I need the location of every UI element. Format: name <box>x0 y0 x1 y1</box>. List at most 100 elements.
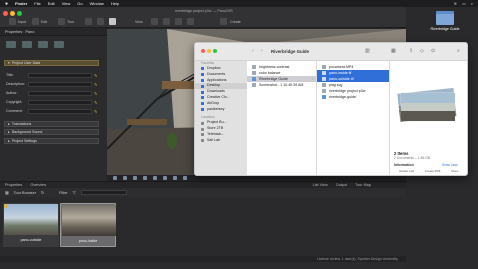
search-icon[interactable]: ⌕ <box>471 1 473 6</box>
finder-zoom-button[interactable] <box>213 49 217 53</box>
create-pdf-button[interactable]: Create PDF <box>425 169 441 173</box>
tab-output[interactable]: Output <box>336 183 347 187</box>
tour-thumb-outside[interactable]: pano-outside <box>3 203 59 247</box>
action-icon[interactable]: ⊙ <box>431 48 435 54</box>
close-button[interactable] <box>3 11 8 16</box>
sidebar-item-sail-lab[interactable]: Sail Lab <box>195 138 247 144</box>
status-bar: License review, 1 user(s), Spartan Desig… <box>0 256 406 262</box>
hotspot-add-icon[interactable] <box>123 176 127 180</box>
menu-help[interactable]: Help <box>111 1 119 6</box>
author-input[interactable] <box>28 90 92 96</box>
grid-icon[interactable] <box>173 176 177 180</box>
edit-icon[interactable] <box>32 18 39 25</box>
filter-input[interactable] <box>80 190 127 195</box>
preview-image <box>395 81 459 131</box>
section-background-sound[interactable]: ▸ Background Sound <box>4 129 99 135</box>
finder-close-button[interactable] <box>201 49 205 53</box>
polygon-tool-icon[interactable] <box>38 40 48 48</box>
field-label: Comment: <box>6 109 23 113</box>
view-icon[interactable] <box>151 18 158 25</box>
filter-icon[interactable]: ▽ <box>73 190 76 195</box>
tab-overview[interactable]: Overview <box>30 183 46 187</box>
tour-thumb-inside[interactable]: pano-inside <box>60 203 116 247</box>
desktop-folder[interactable]: Riverbridge Guide <box>427 11 463 35</box>
description-input[interactable] <box>28 81 92 87</box>
pencil-icon[interactable]: ✎ <box>94 82 98 87</box>
toolbar-view-label[interactable]: View <box>135 20 143 24</box>
pencil-icon[interactable]: ✎ <box>94 109 98 114</box>
back-arrow-icon[interactable]: ‹ <box>252 48 254 54</box>
forward-arrow-icon[interactable]: › <box>261 48 263 54</box>
tab-tour-map[interactable]: Tour Map <box>355 183 371 187</box>
view-icon-4[interactable] <box>187 18 194 25</box>
tag-icon[interactable]: ◇ <box>420 48 424 54</box>
tour-icon[interactable] <box>58 18 65 25</box>
view-icon-3[interactable] <box>175 18 182 25</box>
battery-icon[interactable]: ▭ <box>462 1 466 6</box>
properties-header: Properties : Pano <box>5 30 35 34</box>
toolbar-edit-label[interactable]: Edit <box>41 20 47 24</box>
menu-finder[interactable]: Finder <box>15 1 27 6</box>
settings-icon[interactable] <box>183 176 187 180</box>
tool-icon-3[interactable] <box>109 18 116 25</box>
section-translations[interactable]: ▸ Translations <box>4 121 99 127</box>
menu-file[interactable]: File <box>34 1 40 6</box>
pencil-icon[interactable]: ✎ <box>94 73 98 78</box>
toolbar-create-label[interactable]: Create <box>230 20 241 24</box>
group-icon[interactable]: ▦ <box>391 48 396 54</box>
menu-go[interactable]: Go <box>77 1 82 6</box>
copyright-input[interactable] <box>28 99 92 105</box>
menu-view[interactable]: View <box>62 1 71 6</box>
file-name: pano-outside.tif <box>329 77 354 81</box>
minimize-button[interactable] <box>10 11 15 16</box>
preview-icon[interactable] <box>220 18 227 25</box>
show-less-link[interactable]: Show Less <box>442 163 458 167</box>
pencil-icon[interactable]: ✎ <box>94 91 98 96</box>
hotspot-tool-icon[interactable] <box>22 40 32 48</box>
tab-properties[interactable]: Properties <box>5 183 22 187</box>
tool-icon-2[interactable] <box>97 18 104 25</box>
media-tool-icon[interactable] <box>54 40 64 48</box>
list-item[interactable]: riverbridge-guide <box>317 94 389 100</box>
comment-input[interactable] <box>28 108 92 114</box>
rotate-left-button[interactable]: Rotate Left <box>399 169 414 173</box>
menu-edit[interactable]: Edit <box>48 1 55 6</box>
title-input[interactable] <box>28 72 92 78</box>
folder-icon <box>322 95 326 99</box>
toolbar-input-label[interactable]: Input <box>18 20 26 24</box>
apple-icon[interactable]: ● <box>5 1 8 7</box>
zoom-icon[interactable] <box>163 176 167 180</box>
section-project-user-data[interactable]: ▾ Project User Data <box>4 60 99 66</box>
wifi-icon[interactable]: ≋ <box>454 1 457 6</box>
pano-tool-icon[interactable] <box>6 40 16 48</box>
pencil-icon[interactable]: ✎ <box>94 100 98 105</box>
zoom-button[interactable] <box>17 11 22 16</box>
tab-list-view[interactable]: List View <box>313 183 328 187</box>
input-icon[interactable] <box>9 18 16 25</box>
rotate-icon[interactable] <box>153 176 157 180</box>
chevron-right-icon: ▸ <box>8 122 10 126</box>
documents-icon <box>201 73 204 77</box>
creative-cloud-icon <box>201 96 204 100</box>
finder-column-2: pncamera.MP4 pano-inside.tif pano-outsid… <box>317 61 390 175</box>
view-options-icon[interactable]: ▥ <box>365 48 370 54</box>
file-icon <box>322 89 326 93</box>
more-button[interactable]: More... <box>451 169 460 173</box>
section-project-settings[interactable]: ▸ Project Settings <box>4 138 99 144</box>
toolbar-tour-label[interactable]: Tour <box>67 20 74 24</box>
search-icon[interactable]: ⌕ <box>457 48 460 54</box>
hand-tool-icon[interactable] <box>113 176 117 180</box>
view-icon-2[interactable] <box>163 18 170 25</box>
refresh-icon[interactable]: ↻ <box>41 190 44 195</box>
menu-window[interactable]: Window <box>90 1 104 6</box>
downloads-icon <box>201 90 204 94</box>
tab-tour-browser[interactable]: Tour Browser <box>14 191 36 195</box>
menu-bar: ● Finder File Edit View Go Window Help ≋… <box>0 0 478 7</box>
media-add-icon[interactable] <box>143 176 147 180</box>
tool-icon-1[interactable] <box>85 18 92 25</box>
share-icon[interactable]: ⇪ <box>409 48 413 54</box>
polygon-add-icon[interactable] <box>133 176 137 180</box>
finder-minimize-button[interactable] <box>207 49 211 53</box>
sidebar-item-home[interactable]: paulkersey <box>195 107 247 113</box>
list-item[interactable]: Screenshot...1 10.49.39 AM <box>247 82 316 88</box>
